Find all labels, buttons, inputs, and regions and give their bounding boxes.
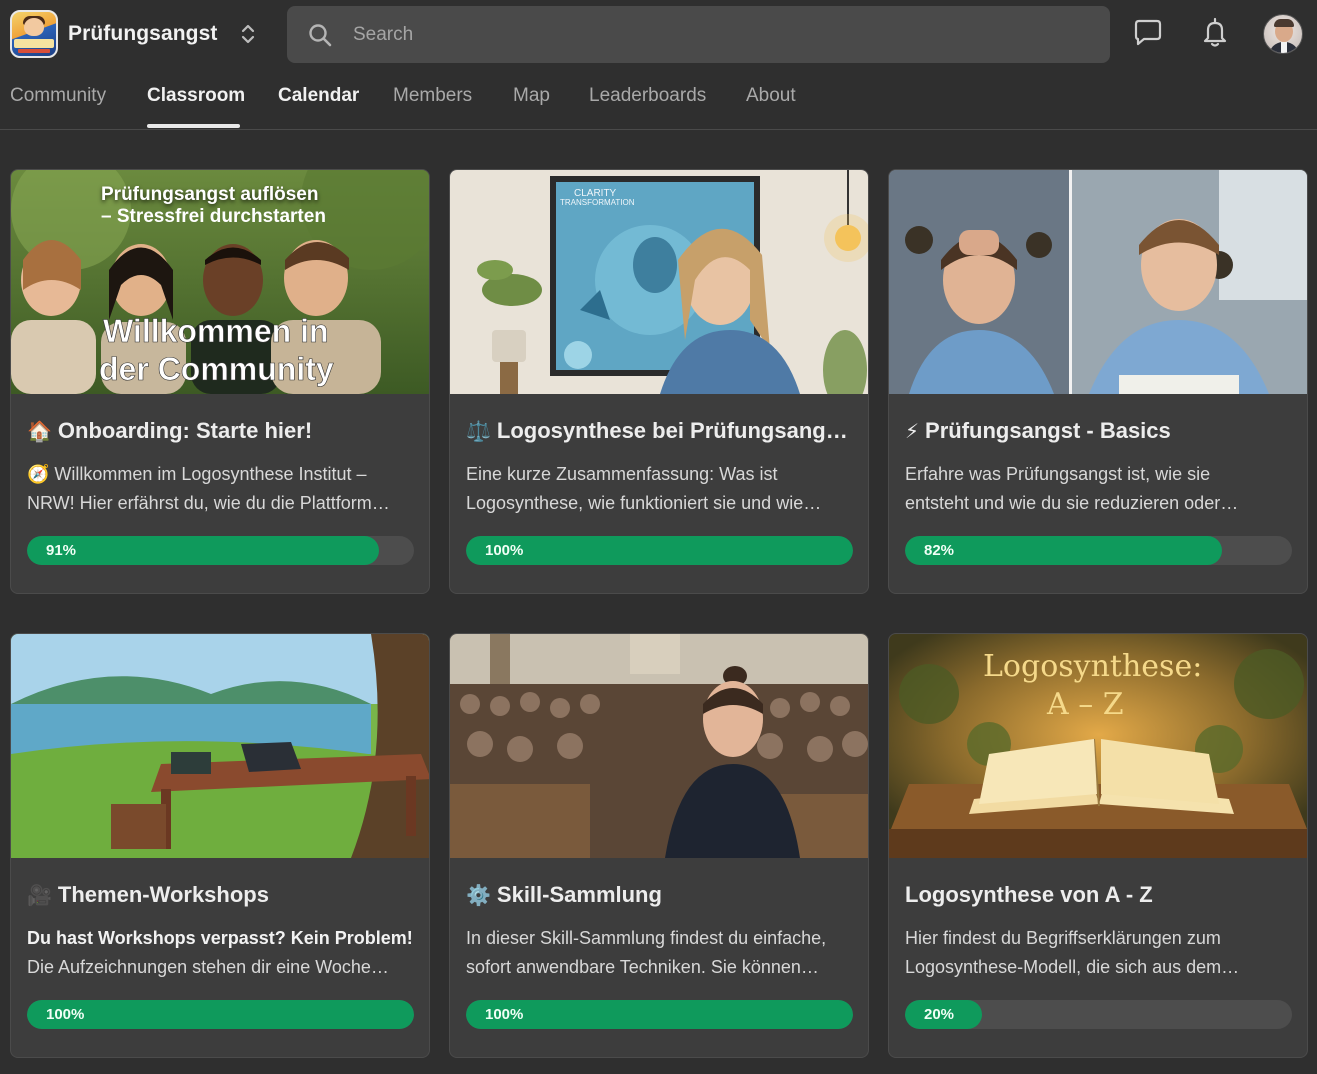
- progress-label: 82%: [924, 542, 955, 559]
- tab-classroom[interactable]: Classroom: [147, 85, 245, 107]
- course-description: 🧭 Willkommen im Logosynthese Institut – …: [27, 464, 390, 513]
- progress-bar: 82%: [905, 536, 1292, 565]
- course-description: Eine kurze Zusammenfassung: Was ist Logo…: [466, 464, 822, 513]
- thumbnail-text: – Stressfrei durchstarten: [101, 206, 326, 227]
- gear-icon: ⚙️: [466, 883, 491, 907]
- search-bar[interactable]: [287, 6, 1110, 63]
- course-description: Du hast Workshops verpasst? Kein Problem…: [27, 928, 413, 977]
- chat-icon[interactable]: [1132, 16, 1164, 50]
- progress-bar: 91%: [27, 536, 414, 565]
- course-thumbnail: [11, 634, 429, 858]
- progress-label: 100%: [46, 1006, 85, 1023]
- course-card-skills[interactable]: ⚙️ Skill-Sammlung In dieser Skill-Sammlun…: [449, 633, 869, 1058]
- course-thumbnail: [889, 170, 1307, 394]
- course-title: ⚖️ Logosynthese bei Prüfungsang…: [466, 418, 848, 443]
- course-card-onboarding[interactable]: Prüfungsangst auflösen – Stressfrei durc…: [10, 169, 430, 594]
- thumbnail-text: der Community: [99, 351, 334, 387]
- course-title: ⚙️ Skill-Sammlung: [466, 882, 662, 907]
- group-name[interactable]: Prüfungsangst: [68, 22, 217, 46]
- course-thumbnail: CLARITY TRANSFORMATION: [450, 170, 868, 394]
- course-description: In dieser Skill-Sammlung findest du einf…: [466, 928, 827, 977]
- progress-bar: 100%: [466, 1000, 853, 1029]
- progress-bar: 100%: [466, 536, 853, 565]
- course-title: ⚡ Prüfungsangst - Basics: [905, 418, 1171, 443]
- progress-label: 91%: [46, 542, 77, 559]
- progress-label: 100%: [485, 1006, 524, 1023]
- avatar[interactable]: [1263, 14, 1303, 54]
- course-card-workshops[interactable]: 🎥 Themen-Workshops Du hast Workshops verp…: [10, 633, 430, 1058]
- search-input[interactable]: [353, 6, 1093, 63]
- tab-community[interactable]: Community: [10, 85, 106, 107]
- thumbnail-text: A – Z: [1046, 687, 1124, 722]
- course-card-a-z[interactable]: Logosynthese: A – Z Logosynthese von A -…: [888, 633, 1308, 1058]
- course-thumbnail: Prüfungsangst auflösen – Stressfrei durc…: [11, 170, 429, 394]
- progress-label: 100%: [485, 542, 524, 559]
- progress-bar: 100%: [27, 1000, 414, 1029]
- thumbnail-text: Willkommen in: [103, 313, 329, 349]
- bell-icon[interactable]: [1199, 16, 1231, 50]
- thumbnail-text: Prüfungsangst auflösen: [101, 184, 318, 205]
- progress-label: 20%: [924, 1006, 955, 1023]
- video-camera-icon: 🎥: [27, 883, 52, 907]
- course-description: Erfahre was Prüfungsangst ist, wie sie e…: [905, 464, 1239, 513]
- course-title: 🏠 Onboarding: Starte hier!: [27, 418, 313, 443]
- chevron-up-down-icon[interactable]: [236, 21, 260, 47]
- tab-about[interactable]: About: [746, 85, 796, 107]
- main-tabs: Community Classroom Calendar Members Map…: [0, 68, 1317, 130]
- course-title: Logosynthese von A - Z: [905, 882, 1153, 907]
- course-card-logosynthese[interactable]: CLARITY TRANSFORMATION ⚖️ Logosynthese be…: [449, 169, 869, 594]
- search-icon: [309, 24, 332, 47]
- thumbnail-text: Logosynthese:: [983, 649, 1202, 684]
- tab-members[interactable]: Members: [393, 85, 472, 107]
- course-thumbnail: Logosynthese: A – Z: [889, 634, 1307, 858]
- course-thumbnail: [450, 634, 868, 858]
- scales-icon: ⚖️: [466, 419, 491, 443]
- tab-leaderboards[interactable]: Leaderboards: [589, 85, 706, 107]
- course-card-basics[interactable]: ⚡ Prüfungsangst - Basics Erfahre was Prüf…: [888, 169, 1308, 594]
- progress-bar: 20%: [905, 1000, 1292, 1029]
- tab-calendar[interactable]: Calendar: [278, 85, 359, 107]
- course-title: 🎥 Themen-Workshops: [27, 882, 269, 907]
- top-bar: Prüfungsangst: [0, 0, 1317, 68]
- tab-map[interactable]: Map: [513, 85, 550, 107]
- group-logo[interactable]: [10, 10, 58, 58]
- house-icon: 🏠: [27, 419, 52, 443]
- thumbnail-text: TRANSFORMATION: [560, 198, 635, 207]
- course-description: Hier findest du Begriffserklärungen zum …: [905, 928, 1240, 977]
- lightning-icon: ⚡: [905, 419, 920, 443]
- active-tab-indicator: [147, 124, 240, 128]
